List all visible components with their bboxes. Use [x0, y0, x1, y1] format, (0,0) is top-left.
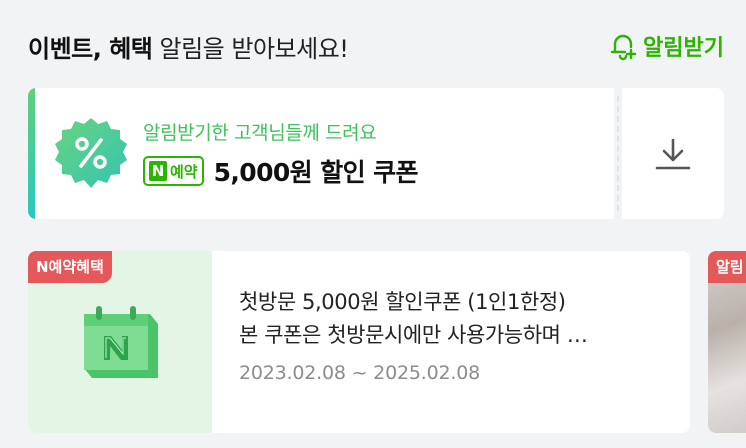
n-tag-label: 예약 [170, 162, 198, 181]
header-title-rest: 알림을 받아보세요! [152, 34, 349, 63]
benefit-description: 본 쿠폰은 첫방문시에만 사용가능하며 … [239, 323, 588, 347]
benefit-label: N예약혜택 [28, 251, 112, 283]
percent-icon [55, 117, 127, 188]
coupon-amount: 5,000원 할인 쿠폰 [213, 158, 419, 187]
coupon-card: 알림받기한 고객님들께 드려요 N 예약 5,000원 할인 쿠폰 [28, 88, 724, 219]
download-coupon-button[interactable] [622, 88, 724, 219]
benefit-thumbnail: N예약혜택 [28, 251, 212, 433]
page-title: 이벤트, 혜택 알림을 받아보세요! [28, 29, 349, 64]
n-reservation-tag: N 예약 [143, 156, 204, 186]
next-card-label: 알림 [708, 251, 746, 283]
download-icon [655, 138, 691, 169]
coupon-divider [614, 88, 622, 219]
bell-plus-icon [610, 34, 637, 61]
n-logo-icon: N [149, 161, 167, 181]
coupon-subtitle: 알림받기한 고객님들께 드려요 [143, 122, 377, 144]
benefit-card[interactable]: N예약혜택 첫방문 5,000원 할인쿠폰 (1인1한정) 본 쿠폰은 첫방문시… [28, 251, 690, 433]
notify-label: 알림받기 [643, 36, 724, 61]
header-title-bold: 이벤트, 혜택 [28, 34, 153, 63]
header: 이벤트, 혜택 알림을 받아보세요! 알림받기 [28, 26, 724, 66]
calendar-n-icon [84, 306, 158, 378]
benefit-title: 첫방문 5,000원 할인쿠폰 (1인1한정) [239, 290, 566, 314]
benefit-date-range: 2023.02.08 ~ 2025.02.08 [239, 362, 480, 384]
next-benefit-card[interactable]: 알림 [708, 251, 746, 433]
coupon-main: 알림받기한 고객님들께 드려요 N 예약 5,000원 할인 쿠폰 [28, 88, 614, 219]
notify-button[interactable]: 알림받기 [607, 30, 724, 62]
